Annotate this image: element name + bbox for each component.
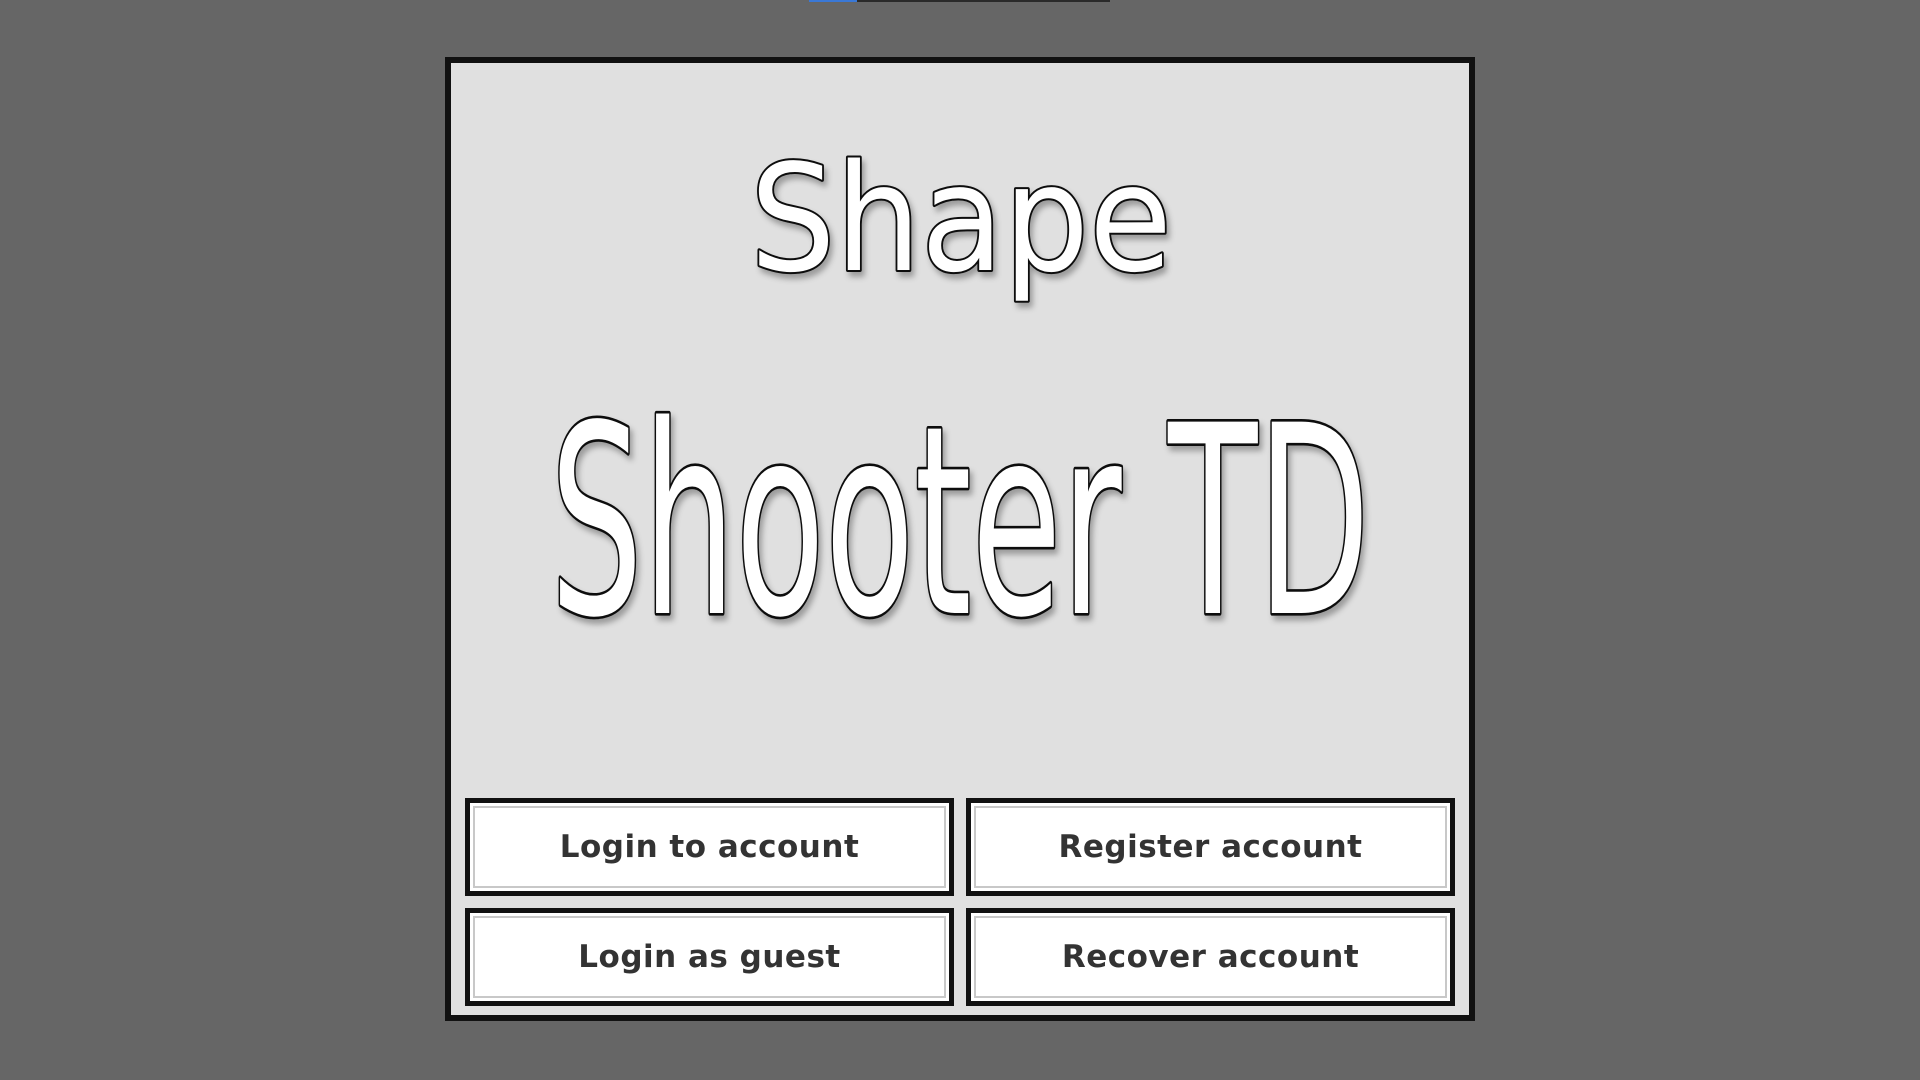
login-to-account-button[interactable]: Login to account xyxy=(465,798,954,896)
login-as-guest-button[interactable]: Login as guest xyxy=(465,908,954,1006)
main-menu-panel: Shape Shooter TD Login to account Regist… xyxy=(445,57,1475,1021)
loading-bar xyxy=(809,0,1110,2)
logo-title-line1: Shape xyxy=(750,133,1172,305)
game-logo: Shape Shooter TD xyxy=(451,63,1469,763)
logo-title-line2: Shooter TD xyxy=(550,371,1370,676)
menu-button-grid: Login to account Register account Login … xyxy=(465,798,1455,1006)
recover-account-button[interactable]: Recover account xyxy=(966,908,1455,1006)
loading-bar-progress xyxy=(809,0,858,2)
register-account-button[interactable]: Register account xyxy=(966,798,1455,896)
